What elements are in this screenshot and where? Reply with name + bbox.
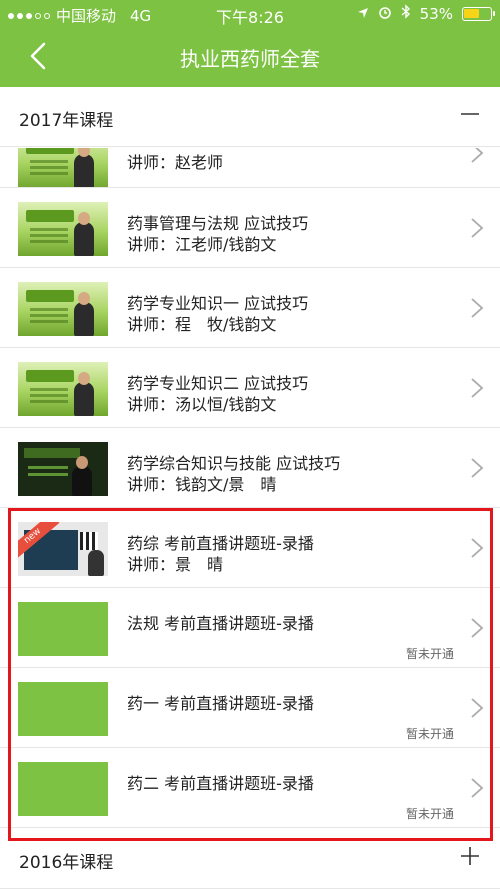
course-row[interactable]: 药学专业知识一 应试技巧 讲师：程 牧/钱韵文 <box>0 268 500 348</box>
course-thumbnail <box>18 762 108 816</box>
course-list: 讲师：赵老师 药事管理与法规 应试技巧 讲师：江老师/钱韵文 药学专业知识一 应… <box>0 148 500 828</box>
course-row[interactable]: 法规 考前直播讲题班-录播 暂未开通 <box>0 588 500 668</box>
status-badge: 暂未开通 <box>405 647 454 661</box>
course-row[interactable]: 药学综合知识与技能 应试技巧 讲师：钱韵文/景 晴 <box>0 428 500 508</box>
course-title: 药二 考前直播讲题班-录播 <box>127 774 314 793</box>
status-badge: 暂未开通 <box>405 807 454 821</box>
status-badge: 暂未开通 <box>405 727 454 741</box>
course-row[interactable]: new 药综 考前直播讲题班-录播 讲师：景 晴 <box>0 508 500 588</box>
course-teacher: 讲师：景 晴 <box>127 555 224 574</box>
chevron-right-icon <box>471 618 484 638</box>
chevron-right-icon <box>471 698 484 718</box>
course-thumbnail <box>18 362 108 416</box>
course-thumbnail <box>18 682 108 736</box>
section-header-2016[interactable]: 2016年课程 <box>0 829 500 889</box>
chevron-right-icon <box>471 778 484 798</box>
page-title: 执业西药师全套 <box>180 47 320 71</box>
app-header: 中国移动 4G 下午8:26 53% 执业西药师全套 <box>0 0 500 87</box>
battery-icon <box>462 6 495 21</box>
course-teacher: 讲师：汤以恒/钱韵文 <box>127 395 277 414</box>
course-row[interactable]: 药事管理与法规 应试技巧 讲师：江老师/钱韵文 <box>0 188 500 268</box>
course-title: 法规 考前直播讲题班-录播 <box>127 614 314 633</box>
course-teacher: 讲师：钱韵文/景 晴 <box>127 475 277 494</box>
course-row[interactable]: 药一 考前直播讲题班-录播 暂未开通 <box>0 668 500 748</box>
bluetooth-icon <box>401 4 411 23</box>
collapse-icon[interactable] <box>460 104 480 124</box>
course-teacher: 讲师：程 牧/钱韵文 <box>127 315 277 334</box>
course-row[interactable]: 药二 考前直播讲题班-录播 暂未开通 <box>0 748 500 828</box>
course-teacher: 讲师：江老师/钱韵文 <box>127 235 277 254</box>
chevron-right-icon <box>471 538 484 558</box>
course-thumbnail <box>18 442 108 496</box>
nav-bar: 执业西药师全套 <box>0 28 500 87</box>
alarm-icon <box>378 5 392 23</box>
course-thumbnail: new <box>18 522 108 576</box>
course-thumbnail <box>18 602 108 656</box>
course-title: 药一 考前直播讲题班-录播 <box>127 694 314 713</box>
expand-icon[interactable] <box>460 846 480 866</box>
chevron-right-icon <box>471 148 484 163</box>
section-label: 2017年课程 <box>19 111 114 131</box>
status-bar: 中国移动 4G 下午8:26 53% <box>0 0 500 28</box>
location-icon <box>357 5 369 23</box>
course-row[interactable]: 讲师：赵老师 <box>0 148 500 188</box>
chevron-right-icon <box>471 298 484 318</box>
chevron-right-icon <box>471 218 484 238</box>
course-thumbnail <box>18 282 108 336</box>
course-thumbnail <box>18 202 108 256</box>
section-header-2017[interactable]: 2017年课程 <box>0 87 500 147</box>
course-row[interactable]: 药学专业知识二 应试技巧 讲师：汤以恒/钱韵文 <box>0 348 500 428</box>
chevron-right-icon <box>471 378 484 398</box>
section-label: 2016年课程 <box>19 853 114 873</box>
course-teacher: 讲师：赵老师 <box>127 153 224 172</box>
battery-percent: 53% <box>419 4 453 23</box>
course-thumbnail <box>18 148 108 187</box>
chevron-right-icon <box>471 458 484 478</box>
